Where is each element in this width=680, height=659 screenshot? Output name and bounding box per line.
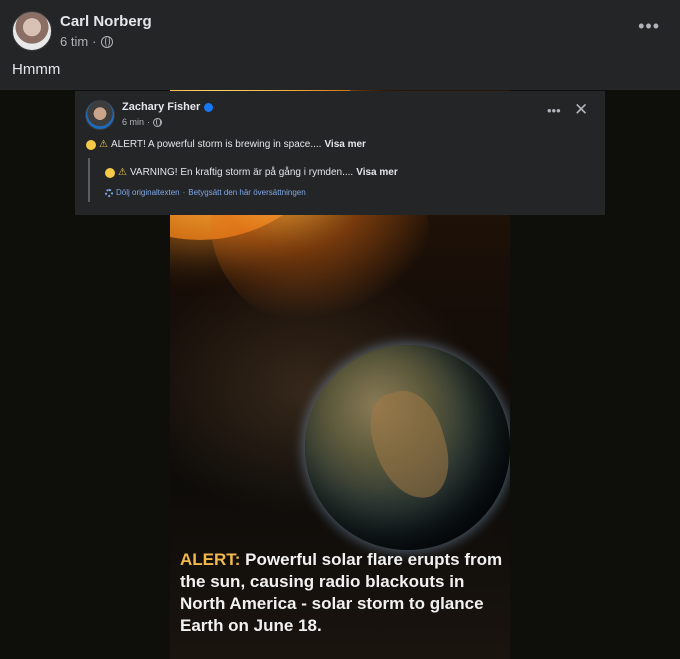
translation-links: Dölj originaltexten · Betygsätt den här … [105,188,306,197]
post-media[interactable]: ALERT: Powerful solar flare erupts from … [0,90,680,659]
shared-meta-separator: · [147,117,151,127]
translation-see-more-link[interactable]: Visa mer [356,167,398,178]
earth-graphic [305,345,510,550]
globe-icon [153,117,163,127]
warning-icon: ⚠ [99,139,108,150]
shared-meta: 6 min · [122,117,163,127]
shared-more-button[interactable]: ••• [547,103,561,118]
post-text: Hmmm [12,61,61,78]
hide-original-link[interactable]: Dölj originaltexten [116,188,180,197]
shared-avatar[interactable] [85,100,115,130]
post-author[interactable]: Carl Norberg [60,13,152,30]
avatar[interactable] [12,11,52,51]
gear-icon [105,188,113,197]
image-caption: ALERT: Powerful solar flare erupts from … [180,549,505,637]
shared-post-text: ⚠ ALERT! A powerful storm is brewing in … [86,139,366,150]
post-time[interactable]: 6 tim [60,34,88,49]
shared-author[interactable]: Zachary Fisher [122,101,200,113]
shared-author-row: Zachary Fisher [122,101,214,113]
rate-translation-link[interactable]: Betygsätt den här översättningen [188,188,305,197]
translation-text-row: ⚠ VARNING! En kraftig storm är på gång i… [105,167,398,178]
caption-alert: ALERT: [180,550,241,569]
translation-dot: · [182,188,186,197]
translation-block: ⚠ VARNING! En kraftig storm är på gång i… [88,158,588,202]
close-icon[interactable]: ✕ [574,100,588,120]
translation-text: VARNING! En kraftig storm är på gång i r… [129,167,354,178]
shared-text-body: ALERT! A powerful storm is brewing in sp… [110,139,322,150]
verified-icon [204,102,214,112]
more-options-button[interactable]: ••• [638,16,660,37]
shared-post-card[interactable]: Zachary Fisher 6 min · ••• ✕ ⚠ ALERT! A … [75,91,605,215]
warning-icon: ⚠ [118,167,127,178]
globe-icon [100,35,113,48]
emoji-icon [105,167,115,178]
emoji-icon [86,139,96,150]
post-header: Carl Norberg 6 tim · ••• Hmmm [0,0,680,90]
shared-time[interactable]: 6 min [122,117,144,127]
post-meta: 6 tim · [60,34,113,49]
see-more-link[interactable]: Visa mer [324,139,366,150]
meta-separator: · [92,34,97,49]
